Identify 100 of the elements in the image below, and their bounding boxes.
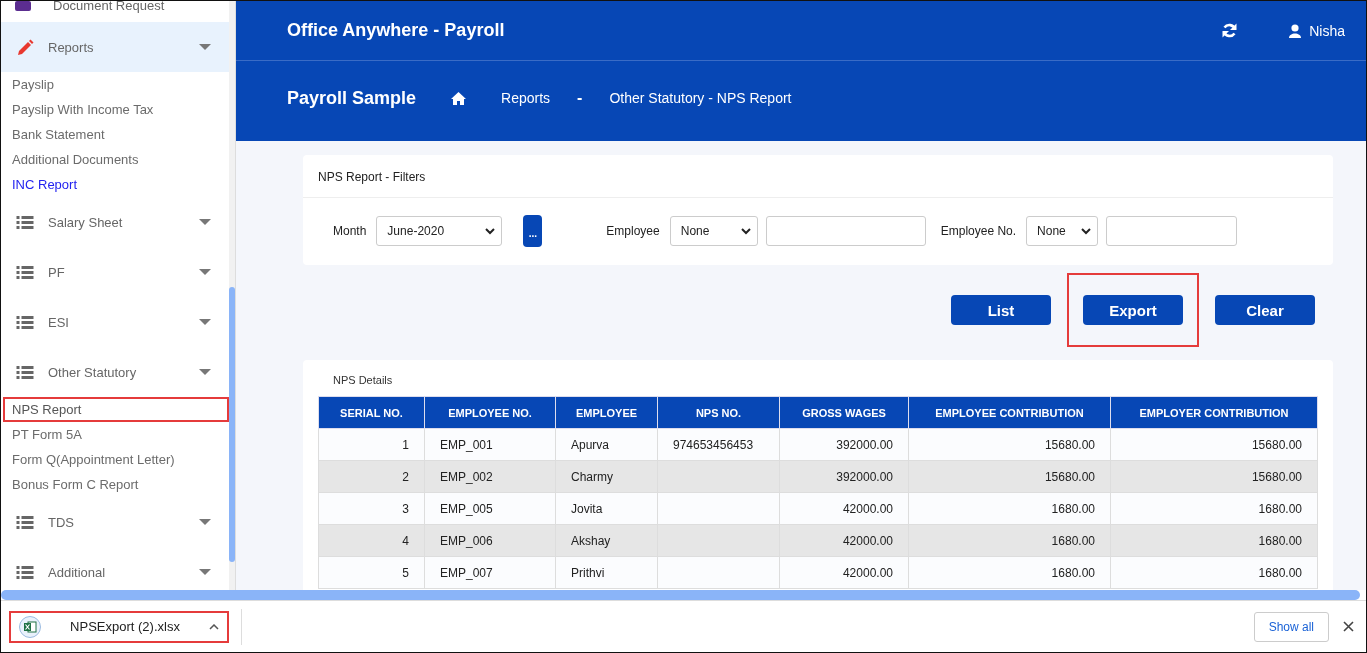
input-field[interactable]: [765, 216, 926, 246]
breadcrumb-link[interactable]: Other Statutory - NPS Report: [609, 90, 792, 106]
column-header: EMPLOYEE NO.: [424, 396, 556, 429]
column-header: EMPLOYEE CONTRIBUTION: [908, 396, 1111, 429]
refresh-icon: [1222, 23, 1238, 38]
menu-group[interactable]: PF: [1, 247, 229, 297]
table-cell: EMP_001: [424, 428, 556, 461]
menu-item[interactable]: Bonus Form C Report: [3, 472, 229, 497]
list-icon: [16, 565, 34, 579]
table-cell: Jovita: [555, 492, 658, 525]
list-icon: [16, 515, 34, 529]
column-header: SERIAL NO.: [318, 396, 425, 429]
menu-item[interactable]: Payslip With Income Tax: [3, 97, 229, 122]
table-cell: 1: [318, 428, 425, 461]
caret-down-icon: [199, 519, 211, 525]
table-cell: EMP_005: [424, 492, 556, 525]
scrollbar[interactable]: [229, 1, 235, 590]
download-item[interactable]: NPSExport (2).xlsx: [9, 610, 229, 643]
show-all-button[interactable]: Show all: [1253, 611, 1329, 642]
table-cell: Prithvi: [555, 556, 658, 589]
page-title: Payroll Sample: [287, 87, 417, 109]
table-cell: 1680.00: [1110, 524, 1318, 557]
caret-down-icon: [199, 319, 211, 325]
list-icon: [16, 365, 34, 379]
menu-item[interactable]: Bank Statement: [3, 122, 229, 147]
field-label: Employee No.: [940, 224, 1017, 238]
breadcrumb-link[interactable]: Reports: [501, 90, 551, 106]
scrollbar[interactable]: [1, 590, 1360, 600]
table-cell: 974653456453: [657, 428, 780, 461]
table-cell: 15680.00: [908, 460, 1111, 493]
table-cell: 42000.00: [779, 524, 909, 557]
caret-down-icon: [199, 44, 211, 50]
table-cell: 392000.00: [779, 460, 909, 493]
list-icon: [16, 215, 34, 229]
column-header: EMPLOYEE: [555, 396, 658, 429]
table-cell: 4: [318, 524, 425, 557]
table-cell: Akshay: [555, 524, 658, 557]
caret-down-icon: [199, 219, 211, 225]
table-cell: 1680.00: [908, 556, 1111, 589]
menu-group[interactable]: Salary Sheet: [1, 197, 229, 247]
more-button[interactable]: ...: [523, 215, 543, 247]
table-cell: 1680.00: [1110, 492, 1318, 525]
field-label: Employee: [606, 224, 660, 238]
menu-item[interactable]: PT Form 5A: [3, 422, 229, 447]
table-cell: 1680.00: [908, 492, 1111, 525]
breadcrumb-separator: -: [577, 89, 583, 107]
table-cell: 15680.00: [908, 428, 1111, 461]
menu-item[interactable]: Form Q(Appointment Letter): [3, 447, 229, 472]
menu-group[interactable]: Additional: [1, 547, 229, 590]
user-name[interactable]: Nisha: [1309, 22, 1345, 39]
table-cell: 1680.00: [908, 524, 1111, 557]
table-cell: Charmy: [555, 460, 658, 493]
document-icon: [15, 1, 31, 11]
column-header: EMPLOYER CONTRIBUTION: [1110, 396, 1318, 429]
home-icon: [451, 91, 467, 105]
menu-item[interactable]: NPS Report: [3, 397, 229, 422]
caret-up-icon: [209, 623, 219, 630]
list-icon: [16, 265, 34, 279]
table-cell: 5: [318, 556, 425, 589]
card-title: NPS Details: [332, 373, 394, 388]
table-cell: 42000.00: [779, 492, 909, 525]
menu-group[interactable]: TDS: [1, 497, 229, 547]
table-cell: 42000.00: [779, 556, 909, 589]
caret-down-icon: [199, 569, 211, 575]
user-icon: [1289, 23, 1302, 38]
table-cell: Apurva: [555, 428, 658, 461]
action-button[interactable]: Clear: [1215, 295, 1315, 325]
table-cell: 3: [318, 492, 425, 525]
list-icon: [16, 315, 34, 329]
spreadsheet-file-icon: [19, 615, 41, 638]
chevron-down-icon: [740, 227, 751, 235]
action-button[interactable]: Export: [1083, 295, 1183, 325]
table-cell: 2: [318, 460, 425, 493]
menu-item[interactable]: Document Request: [53, 1, 165, 11]
menu-item[interactable]: Payslip: [3, 72, 229, 97]
column-header: GROSS WAGES: [779, 396, 909, 429]
field-label: Month: [333, 224, 367, 238]
app-title: Office Anywhere - Payroll: [287, 20, 505, 41]
menu-group[interactable]: ESI: [1, 297, 229, 347]
dropdown[interactable]: June-2020: [376, 216, 503, 246]
close-icon: [1343, 621, 1354, 632]
table-cell: 392000.00: [779, 428, 909, 461]
table-cell: EMP_002: [424, 460, 556, 493]
caret-down-icon: [199, 269, 211, 275]
card-title: NPS Report - Filters: [303, 155, 1333, 198]
table-cell: EMP_007: [424, 556, 556, 589]
menu-group[interactable]: Other Statutory: [1, 347, 229, 397]
menu-item[interactable]: INC Report: [3, 172, 229, 197]
dropdown[interactable]: None: [669, 216, 758, 246]
chevron-down-icon: [485, 227, 496, 235]
action-button[interactable]: List: [951, 295, 1051, 325]
dropdown[interactable]: None: [1026, 216, 1099, 246]
menu-group[interactable]: Reports: [1, 22, 229, 72]
table-cell: 15680.00: [1110, 460, 1318, 493]
table-cell: 1680.00: [1110, 556, 1318, 589]
input-field[interactable]: [1106, 216, 1238, 246]
menu-item[interactable]: Additional Documents: [3, 147, 229, 172]
caret-down-icon: [199, 369, 211, 375]
table-cell: EMP_006: [424, 524, 556, 557]
chevron-down-icon: [1081, 227, 1092, 235]
